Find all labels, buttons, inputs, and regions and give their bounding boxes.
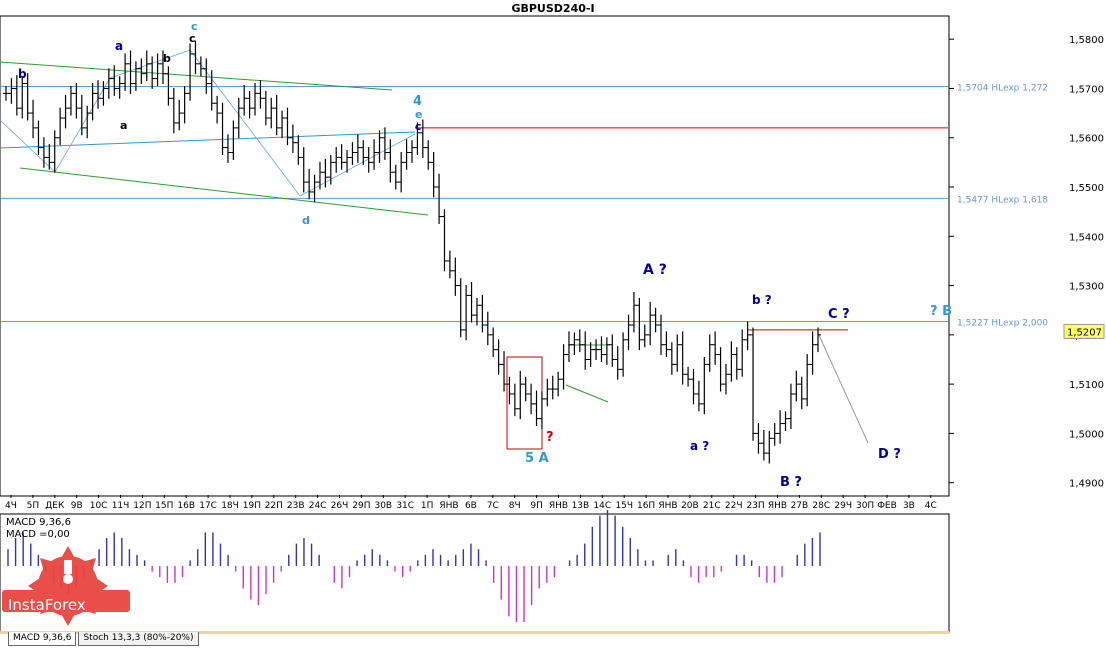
macd-label: MACD 9,36,6 MACD =0,00	[6, 517, 71, 541]
y-tick-label: 1,5500	[1069, 183, 1104, 194]
x-tick-label: 22П	[265, 501, 283, 511]
x-tick-label: 12П	[133, 501, 151, 511]
x-tick-label: ЯНВ	[549, 501, 568, 511]
level-label: 1,5704 HLexp 1,272	[957, 83, 1048, 93]
x-tick-label: 24С	[309, 501, 327, 511]
wave-label: ?	[546, 430, 554, 445]
x-tick-label: 1П	[421, 501, 434, 511]
x-tick-label: 29П	[352, 501, 370, 511]
x-tick-label: ЯНВ	[658, 501, 677, 511]
x-tick-label: 17С	[199, 501, 217, 511]
trend-line	[565, 384, 609, 403]
x-tick-label: 10С	[90, 501, 108, 511]
x-tick-label: 26Ч	[331, 501, 349, 511]
main-plot-frame	[0, 15, 950, 497]
y-tick-label: 1,5700	[1069, 84, 1104, 95]
macd-panel-frame	[0, 513, 950, 633]
x-tick-label: 22Ч	[725, 501, 743, 511]
wave-label: C ?	[828, 307, 850, 322]
x-tick-label: ЯНВ	[439, 501, 458, 511]
x-tick-label: 7С	[487, 501, 499, 511]
logo-text: InstaForex	[8, 596, 86, 614]
x-tick-label: 9В	[71, 501, 83, 511]
x-tick-label: 11Ч	[112, 501, 130, 511]
x-tick-label: 29Ч	[834, 501, 852, 511]
trend-line	[19, 167, 429, 216]
x-tick-label: 20В	[681, 501, 699, 511]
y-tick-label: 1,5100	[1069, 380, 1104, 391]
x-tick-label: 16В	[177, 501, 195, 511]
wave-label: ? B	[930, 304, 952, 319]
level-label: 1,5227 HLexp 2,000	[957, 319, 1048, 329]
macd-value: MACD =0,00	[6, 529, 70, 540]
x-tick-label: 15Ч	[615, 501, 633, 511]
price-chart[interactable]: 1,5704 HLexp 1,272 1,5477 HLexp 1,618 1,52…	[0, 0, 1106, 661]
tab-macd[interactable]: MACD 9,36,6	[8, 632, 77, 646]
x-tick-label: 19П	[243, 501, 261, 511]
x-tick-label: 16П	[637, 501, 655, 511]
x-tick-label: 27В	[791, 501, 809, 511]
wave-label: b	[163, 52, 171, 65]
wave-label: B ?	[780, 475, 802, 490]
wave-label: d	[302, 214, 310, 227]
x-tick-label: 30В	[374, 501, 392, 511]
wave-label: a	[115, 39, 123, 53]
x-tick-label: 18Ч	[221, 501, 239, 511]
level-label: 1,5477 HLexp 1,618	[957, 195, 1048, 205]
x-tick-label: ФЕВ	[877, 501, 897, 511]
x-tick-label: 14С	[593, 501, 611, 511]
y-tick-label: 1,4900	[1069, 479, 1104, 490]
x-tick-label: 15П	[155, 501, 173, 511]
x-tick-label: 30П	[856, 501, 874, 511]
wave-label: a ?	[690, 439, 709, 453]
wave-label: A ?	[643, 262, 667, 278]
y-tick-label: 1,5400	[1069, 232, 1104, 243]
wave-path	[0, 49, 416, 197]
y-tick-label: 1,5000	[1069, 429, 1104, 440]
x-tick-label: 28С	[812, 501, 830, 511]
x-tick-label: 23В	[287, 501, 305, 511]
wave-label: D ?	[878, 447, 901, 462]
x-tick-label: ЯНВ	[768, 501, 787, 511]
x-tick-label: 5П	[27, 501, 40, 511]
tab-stoch[interactable]: Stoch 13,3,3 (80%-20%)	[78, 632, 199, 646]
x-tick-label: 23П	[746, 501, 764, 511]
indicator-tabs: MACD 9,36,6 Stoch 13,3,3 (80%-20%)	[8, 632, 199, 646]
x-tick-label: 8Ч	[509, 501, 521, 511]
current-price-label: 1,5207	[1067, 327, 1102, 338]
x-tick-label: 6В	[465, 501, 477, 511]
x-tick-label: 4Ч	[5, 501, 17, 511]
x-tick-label: 13В	[572, 501, 590, 511]
x-tick-label: ДЕК	[45, 501, 65, 511]
x-tick-label: 21С	[703, 501, 721, 511]
wave-label: b	[18, 67, 27, 81]
wave-label: b ?	[752, 293, 772, 307]
y-tick-label: 1,5600	[1069, 134, 1104, 145]
x-tick-label: 3В	[903, 501, 915, 511]
wave-label: 4	[413, 94, 422, 109]
x-tick-label: 9П	[530, 501, 543, 511]
instaforex-logo	[2, 546, 130, 626]
macd-params: MACD 9,36,6	[6, 517, 71, 528]
wave-label: c	[415, 120, 422, 133]
x-tick-label: 4С	[925, 501, 937, 511]
y-tick-label: 1,5800	[1069, 35, 1104, 46]
y-tick-label: 1,5300	[1069, 282, 1104, 293]
wave-label: a	[120, 119, 127, 132]
wave-label: c	[189, 32, 196, 45]
wave-label: 5 A	[525, 451, 549, 466]
x-tick-label: 31С	[396, 501, 414, 511]
trend-line	[817, 332, 869, 444]
